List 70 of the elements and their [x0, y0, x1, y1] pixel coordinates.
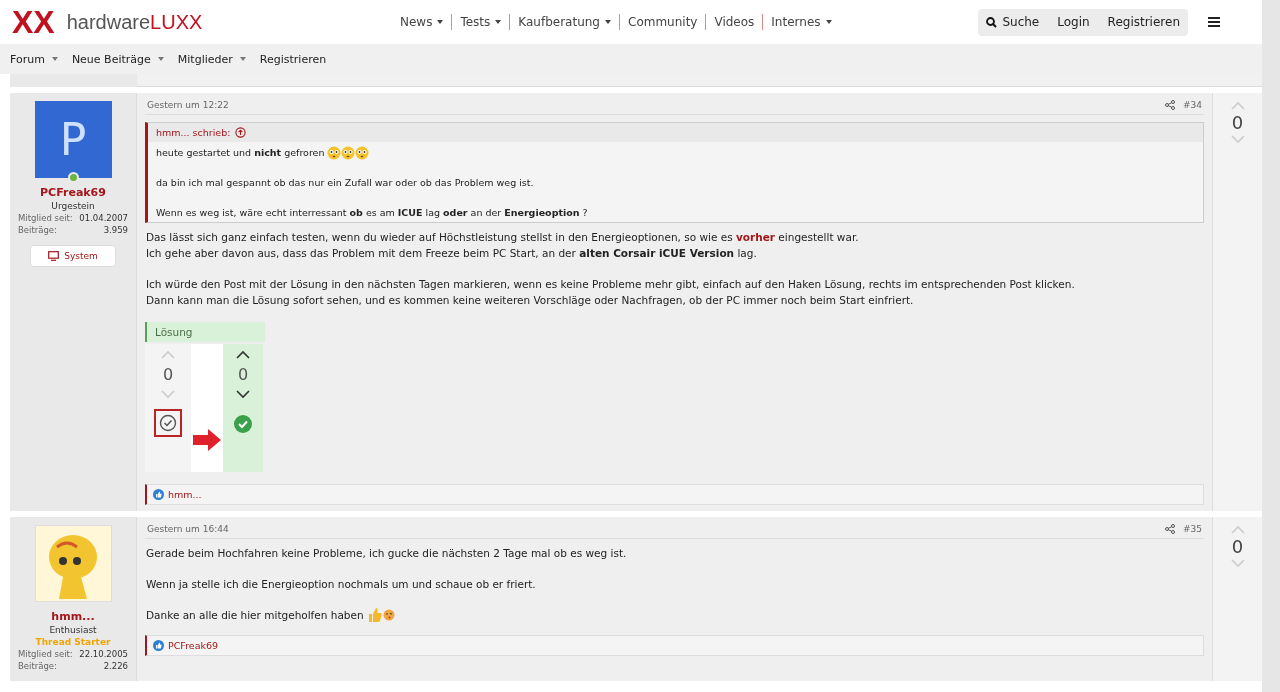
vote-score: 0 [1231, 112, 1244, 133]
thread-starter-label: Thread Starter [35, 637, 111, 647]
text-line: heute gestartet und nicht gefroren [156, 146, 326, 160]
check-circle-icon [234, 415, 252, 433]
text-line: Gerade beim Hochfahren keine Probleme, ich gucke die nächsten 2 Tage mal ob es weg ist. [146, 546, 627, 561]
stat-value: 2.226 [103, 661, 128, 671]
avatar[interactable]: P [34, 101, 112, 178]
stat-label: Mitglied seit: [18, 649, 73, 659]
subnav-link[interactable]: Mitglieder [177, 52, 246, 66]
text-line: Wenn ja stelle ich die Energieoption nochmals um und schaue ob er friert. [146, 577, 536, 592]
text-line: Ich gehe aber davon aus, dass das Problem mit dem Freeze beim PC Start, an der alten Corsair iCUE Version lag. [146, 246, 757, 261]
post-date: Gestern um 12:22 [147, 100, 229, 110]
stat-label: Mitglied seit: [18, 213, 73, 223]
nav-link[interactable]: Videos [705, 14, 763, 30]
reaction-user[interactable]: PCFreak69 [168, 640, 219, 651]
stat-label: Beiträge: [18, 225, 57, 235]
author-link[interactable]: hmm... [51, 610, 95, 623]
stat-value: 01.04.2007 [79, 213, 128, 223]
flushed-face-icon [327, 146, 342, 160]
subnav-link[interactable]: Forum [10, 52, 58, 66]
upvote-icon[interactable] [236, 350, 250, 359]
search-button[interactable]: Suche [986, 15, 1040, 29]
text-line: Danke an alle die hier mitgeholfen haben [146, 608, 365, 623]
check-circle-icon [159, 414, 177, 432]
solution-label: Lösung [145, 322, 265, 342]
arrow-icon [192, 428, 222, 452]
register-link[interactable]: Registrieren [1107, 15, 1180, 29]
avatar-drawing[interactable] [34, 525, 112, 602]
monitor-icon [48, 251, 60, 261]
vote-score: 0 [162, 365, 174, 384]
reaction-user[interactable]: hmm... [168, 489, 202, 500]
vote-score: 0 [1231, 536, 1244, 557]
post-number[interactable]: #35 [1183, 524, 1202, 534]
text-line: Dann kann man die Lösung sofort sehen, und es kommen keine weiteren Vorschläge oder Nachfragen, ob der PC immer noch beim Start einfriert. [146, 293, 914, 308]
share-icon[interactable] [1165, 524, 1175, 534]
login-link[interactable]: Login [1057, 15, 1090, 29]
nav-link[interactable]: Kaufberatung [509, 14, 619, 30]
text-line: Ich würde den Post mit der Lösung in den nächsten Tagen markieren, wenn es keine Probleme mehr gibt, einfach auf den Haken Lösung, rechts im entsprechenden Post klicken. [146, 277, 1075, 292]
text-line: Das lässt sich ganz einfach testen, wenn du wieder auf Höchstleistung stellst in den Energieoptionen, so wie es vorher eingestellt war. [146, 230, 859, 245]
post-number[interactable]: #34 [1183, 100, 1202, 110]
like-icon [153, 489, 164, 500]
text-line: Wenn es weg ist, wäre echt interressant ob es am ICUE lag oder an der Energieoption ? [156, 206, 588, 220]
system-button[interactable]: System [30, 245, 116, 267]
quote-author[interactable]: hmm... schrieb: [156, 127, 231, 138]
menu-icon[interactable] [1208, 17, 1220, 27]
like-icon [153, 640, 164, 651]
nav-link[interactable]: Internes [762, 14, 840, 30]
author-link[interactable]: PCFreak69 [40, 186, 106, 199]
subnav-link[interactable]: Registrieren [259, 52, 327, 66]
nav-link[interactable]: Community [619, 14, 706, 30]
stat-label: Beiträge: [18, 661, 57, 671]
site-logo[interactable]: XX hardwareLUXX [12, 6, 392, 38]
kissing-face-icon [383, 609, 395, 621]
search-icon [986, 16, 998, 28]
stat-value: 22.10.2005 [79, 649, 128, 659]
vote-score: 0 [237, 365, 249, 384]
thumbs-up-icon [367, 607, 383, 623]
share-icon[interactable] [1165, 100, 1175, 110]
post-date: Gestern um 16:44 [147, 524, 229, 534]
stat-value: 3.959 [103, 225, 128, 235]
arrow-up-circle-icon[interactable] [235, 127, 247, 138]
flushed-face-icon [355, 146, 370, 160]
flushed-face-icon [341, 146, 356, 160]
downvote-icon[interactable] [236, 390, 250, 399]
user-title: Urgestein [51, 201, 95, 211]
nav-link[interactable]: News [392, 14, 452, 30]
subnav-link[interactable]: Neue Beiträge [71, 52, 164, 66]
text-line: da bin ich mal gespannt ob das nur ein Zufall war oder ob das Problem weg ist. [156, 176, 534, 190]
nav-link[interactable]: Tests [451, 14, 510, 30]
user-title: Enthusiast [49, 625, 97, 635]
